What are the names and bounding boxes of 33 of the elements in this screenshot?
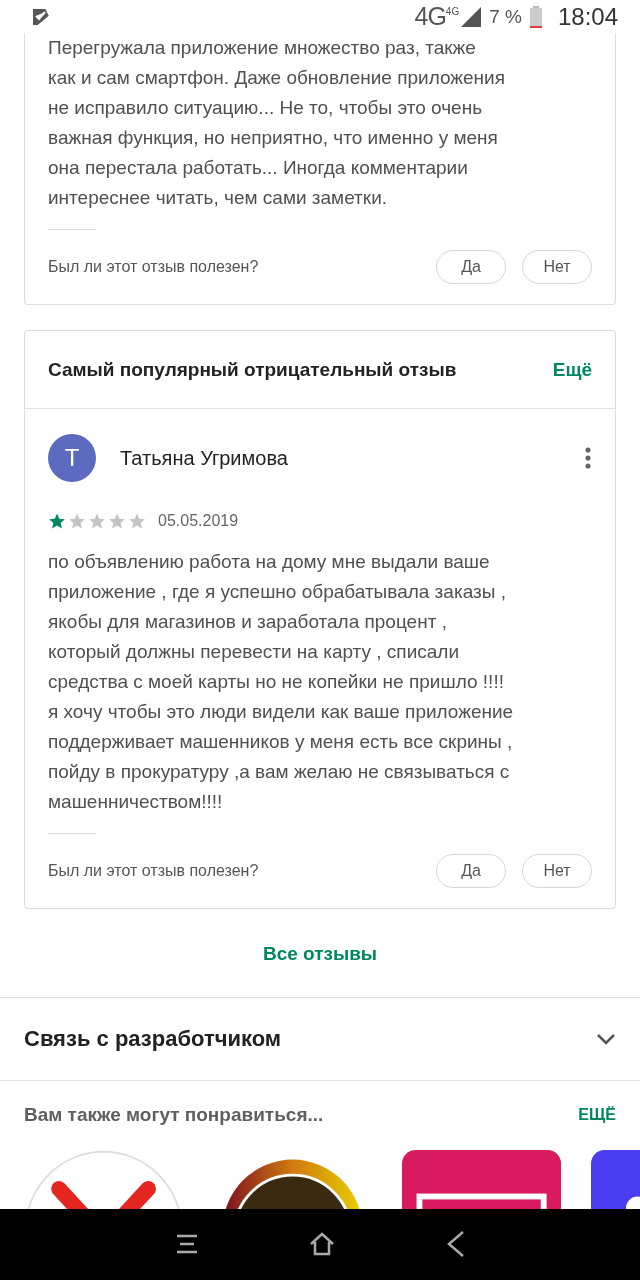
- yes-button[interactable]: Да: [436, 250, 506, 285]
- battery-percent: 7 %: [489, 5, 522, 28]
- signal-icon: [461, 6, 482, 27]
- more-icon[interactable]: [584, 446, 592, 471]
- network-label: 4G: [445, 6, 460, 17]
- back-icon[interactable]: [445, 1230, 465, 1259]
- chevron-icon: [596, 1033, 616, 1046]
- star-icon: [88, 512, 106, 531]
- review-date: 05.05.2019: [158, 512, 239, 531]
- star-icon: [128, 512, 146, 531]
- helpful-question: Был ли этот отзыв полезен?: [48, 862, 260, 881]
- no-button[interactable]: Нет: [522, 854, 592, 889]
- review-text: по объявлению работа на дому мне выдали ваше приложение , где я успешно обрабатывала заказы , якобы для магазинов и заработала процент , который должны перевести на карту , списали средства с моей карты но не копейки не пришло !!!! я хочу чтобы это люди видели как ваше приложение поддерживает машенников у меня есть все скрины , пойду в прокуратуру ,а вам желаю не связываться с машенничеством!!!!: [48, 550, 515, 815]
- all-reviews-link[interactable]: Все отзывы: [262, 943, 378, 966]
- more-link[interactable]: ЕЩЁ: [578, 1106, 616, 1125]
- helpful-question: Был ли этот отзыв полезен?: [48, 258, 260, 277]
- star-icon: [48, 512, 66, 531]
- yes-button[interactable]: Да: [436, 854, 506, 889]
- section-title: Вам также могут понравиться...: [24, 1104, 325, 1127]
- section-title: Самый популярный отрицательный отзыв: [48, 358, 458, 381]
- more-link[interactable]: Ещё: [552, 358, 592, 381]
- review-text: Перегружала приложение множество раз, также как и сам смартфон. Даже обновление приложения не исправило ситуацию... Не то, чтобы это очень важная функция, но неприятно, что именно у меня она перестала работать... Иногда комментарии интереснее читать, чем сами заметки.: [48, 36, 506, 211]
- network-type: 4G: [414, 2, 446, 32]
- avatar: Т: [48, 434, 96, 483]
- star-icon: [68, 512, 86, 531]
- star-icon: [108, 512, 126, 531]
- home-icon[interactable]: [309, 1232, 335, 1257]
- frame-icon[interactable]: [402, 1149, 562, 1209]
- app-icon[interactable]: [591, 1149, 640, 1209]
- author-name: Татьяна Угримова: [120, 446, 289, 470]
- no-button[interactable]: Нет: [522, 250, 592, 285]
- clock: 18:04: [557, 2, 618, 31]
- battery-icon: [529, 5, 542, 28]
